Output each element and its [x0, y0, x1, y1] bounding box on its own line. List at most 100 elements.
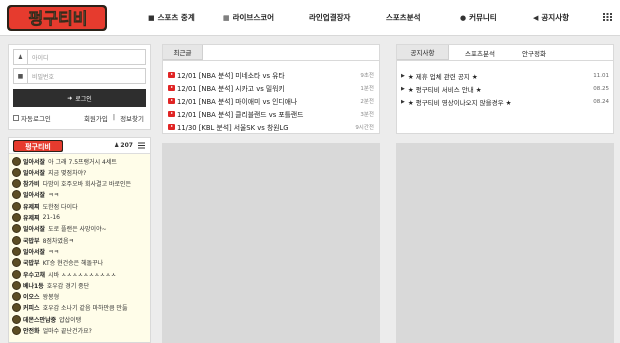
find-info-link[interactable]: 정보찾기	[120, 113, 144, 123]
post-title[interactable]: 12/01 [NBA 분석] 미네소타 vs 유타	[177, 70, 356, 80]
chat-message: 유제찌 21-16	[12, 213, 60, 223]
chat-message: 유제찌 도한점 다이다	[12, 201, 78, 211]
chat-panel: 펑구티비 ♟ 207 일아서잘 아 그래 7.5프랭거시 4세트 일아서잘 지금 몇…	[8, 137, 151, 343]
youtube-icon	[168, 110, 175, 117]
youtube-icon	[168, 123, 175, 130]
chat-text: 도로 플랜은 사망이야~	[48, 226, 107, 234]
nav-lineup[interactable]: 라인업결장자	[309, 12, 350, 23]
chat-nick[interactable]: 베나1등	[23, 281, 44, 290]
nav-livescore[interactable]: ▦ 라이브스코어	[223, 12, 274, 23]
avatar	[12, 201, 21, 211]
avatar	[12, 258, 21, 268]
chat-nick[interactable]: 일아서잘	[23, 168, 45, 177]
chat-message: 일아서잘 ㅋㅋ	[12, 246, 59, 256]
post-row[interactable]: 12/01 [NBA 분석] 미네소타 vs 유타 9초전	[168, 69, 374, 80]
chat-logo-text: 펑구티비	[25, 142, 51, 151]
tab-eye-candy[interactable]: 안구정화	[510, 45, 558, 60]
nav-sports-broadcast[interactable]: ■ 스포츠 중계	[148, 12, 195, 23]
post-time: 9시간전	[355, 124, 374, 131]
notice-row[interactable]: ▶ ★ 펑구티비 영상이나오지 않을경우 ★ 08.24	[401, 96, 609, 107]
separator: |	[112, 113, 116, 121]
autologin-checkbox[interactable]	[13, 115, 19, 121]
nav-label: 라이브스코어	[232, 13, 275, 22]
post-row[interactable]: 11/30 [KBL 분석] 서울SK vs 창원LG 9시간전	[168, 121, 374, 132]
post-time: 9초전	[360, 72, 374, 79]
chat-nick[interactable]: 일아서잘	[23, 224, 45, 233]
post-row[interactable]: 12/01 [NBA 분석] 마이애미 vs 인디애나 2분전	[168, 95, 374, 106]
post-title[interactable]: 11/30 [KBL 분석] 서울SK vs 창원LG	[177, 122, 351, 132]
chat-message-list[interactable]: 일아서잘 아 그래 7.5프랭거시 4세트 일아서잘 지금 몇점차야? 참가비 다밤이…	[9, 154, 150, 342]
chat-nick[interactable]: 데몬스만남중	[23, 315, 56, 324]
grid-menu-icon[interactable]	[603, 13, 612, 21]
notice-title[interactable]: ★ 펑구티비 서비스 안내 ★	[408, 84, 593, 94]
chat-nick[interactable]: 커피스	[23, 303, 40, 312]
chat-text: 호우감 소나기 같음 마하만큼 만듦	[42, 305, 128, 313]
login-arrow-icon: ➜	[67, 94, 73, 102]
avatar	[12, 326, 21, 335]
chat-nick[interactable]: 참가비	[23, 179, 40, 188]
chat-nick[interactable]: 유제찌	[23, 213, 40, 222]
tab-notice[interactable]: 공지사항	[397, 45, 449, 60]
password-field[interactable]: ■ 비밀번호	[13, 68, 146, 84]
chat-nick[interactable]: 일아서잘	[23, 190, 45, 199]
notice-row[interactable]: ▶ ★ 펑구티비 서비스 안내 ★ 08.25	[401, 83, 609, 94]
login-button[interactable]: ➜ 로그인	[13, 89, 146, 107]
username-field[interactable]: ♟ 아이디	[13, 49, 146, 65]
notice-title[interactable]: ★ 제휴 업체 관련 공지 ★	[408, 71, 593, 81]
autologin-option[interactable]: 자동로그인	[13, 113, 51, 123]
chat-nick[interactable]: 이오스	[23, 292, 40, 301]
youtube-icon	[168, 97, 175, 104]
login-panel: ♟ 아이디 ■ 비밀번호 ➜ 로그인 자동로그인 회원가입 | 정보찾기	[8, 44, 151, 130]
nav-community[interactable]: ● 커뮤니티	[460, 12, 497, 23]
post-title[interactable]: 12/01 [NBA 분석] 시카고 vs 밀워키	[177, 83, 356, 93]
chat-icon: ●	[460, 13, 467, 22]
chat-nick[interactable]: 우수고채	[23, 270, 45, 279]
signup-link[interactable]: 회원가입	[84, 113, 108, 123]
chat-header: 펑구티비 ♟ 207	[9, 138, 150, 154]
top-navigation-bar: 펑구티비 ■ 스포츠 중계 ▦ 라이브스코어 라인업결장자 스포츠분석 ● 커뮤…	[0, 0, 620, 36]
chat-nick[interactable]: 일아서잘	[23, 247, 45, 256]
site-logo[interactable]: 펑구티비	[6, 3, 110, 33]
chat-text: KT승 현건승은 헤돌꾸나	[42, 260, 104, 268]
content-block-left	[162, 143, 380, 343]
notice-date: 11.01	[593, 72, 609, 79]
tab-recent[interactable]: 최근글	[163, 45, 203, 60]
nav-notice[interactable]: ◀ 공지사항	[533, 12, 569, 23]
notice-title[interactable]: ★ 펑구티비 영상이나오지 않을경우 ★	[408, 97, 593, 107]
chat-nick[interactable]: 유제찌	[23, 202, 40, 211]
post-time: 3분전	[360, 111, 374, 118]
nav-sports-analysis[interactable]: 스포츠분석	[386, 12, 421, 23]
hamburger-icon[interactable]	[138, 142, 145, 149]
username-placeholder: 아이디	[32, 54, 49, 62]
chat-text: ㅋㅋ	[48, 248, 60, 256]
post-title[interactable]: 12/01 [NBA 분석] 클리블랜드 vs 포틀랜드	[177, 109, 356, 119]
avatar	[12, 303, 21, 313]
nav-label: 공지사항	[541, 13, 569, 22]
post-row[interactable]: 12/01 [NBA 분석] 클리블랜드 vs 포틀랜드 3분전	[168, 108, 374, 119]
chat-nick[interactable]: 안전화	[23, 326, 40, 335]
post-row[interactable]: 12/01 [NBA 분석] 시카고 vs 밀워키 1분전	[168, 82, 374, 93]
notice-row[interactable]: ▶ ★ 제휴 업체 관련 공지 ★ 11.01	[401, 70, 609, 81]
avatar	[12, 235, 21, 245]
login-links: 회원가입 | 정보찾기	[84, 113, 144, 123]
chat-text: 얍삽이탱	[59, 316, 82, 324]
avatar	[12, 179, 21, 189]
autologin-label: 자동로그인	[21, 115, 51, 123]
avatar	[12, 156, 21, 166]
youtube-icon	[168, 71, 175, 78]
chevron-right-icon: ▶	[401, 72, 405, 79]
chat-logo: 펑구티비	[13, 140, 63, 152]
notice-date: 08.24	[593, 98, 609, 105]
chat-text: 8점차였음ㅋ	[42, 237, 74, 245]
post-title[interactable]: 12/01 [NBA 분석] 마이애미 vs 인디애나	[177, 96, 356, 106]
chat-nick[interactable]: 국밥부	[23, 258, 40, 267]
chat-nick[interactable]: 일아서잘	[23, 157, 45, 166]
chat-message: 데몬스만남중 얍삽이탱	[12, 314, 81, 324]
chat-nick[interactable]: 국밥부	[23, 236, 40, 245]
avatar	[12, 292, 21, 302]
user-icon: ♟	[14, 50, 28, 64]
chevron-right-icon: ▶	[401, 98, 405, 105]
tab-sports-analysis[interactable]: 스포츠분석	[453, 45, 507, 60]
nav-label: 커뮤니티	[469, 13, 497, 22]
users-icon: ♟	[114, 142, 120, 149]
